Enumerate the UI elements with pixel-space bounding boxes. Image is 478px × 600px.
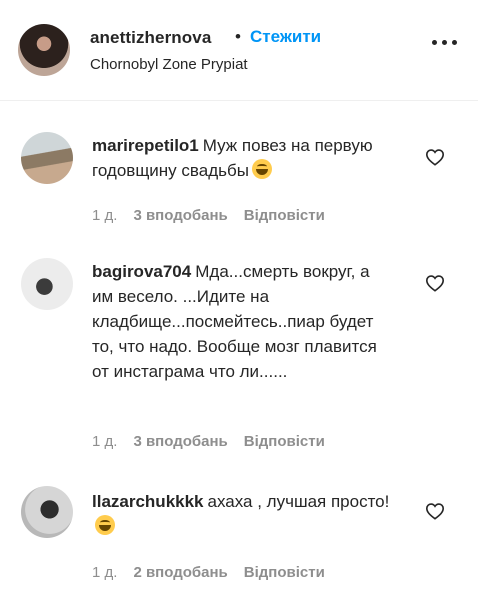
post-header: anettizhernova • Стежити Chornobyl Zone … [0,0,478,100]
reply-button[interactable]: Відповісти [244,207,325,224]
comment-meta: 1 д. 3 вподобань Відповісти [92,207,341,224]
comment-body: ахаха , лучшая просто! [207,492,390,511]
laughing-face-icon [251,159,272,179]
commenter-avatar[interactable] [21,258,73,310]
post-location[interactable]: Chornobyl Zone Prypiat [90,56,248,73]
comment-text: marirepetilo1 Муж повез на первую годовщи… [92,133,392,183]
commenter-username[interactable]: marirepetilo1 [92,136,199,155]
more-options-icon[interactable] [432,40,458,46]
commenter-avatar[interactable] [21,132,73,184]
comment-time[interactable]: 1 д. [92,433,117,450]
comment-text: llazarchukkkk ахаха , лучшая просто! [92,489,392,539]
commenter-username[interactable]: llazarchukkkk [92,492,204,511]
comment-meta: 1 д. 3 вподобань Відповісти [92,433,341,450]
reply-button[interactable]: Відповісти [244,433,325,450]
comment-text: bagirova704 Мда...смерть вокруг, а им вес… [92,259,392,384]
likes-count[interactable]: 3 вподобань [133,433,227,450]
comment-time[interactable]: 1 д. [92,564,117,581]
laughing-face-icon [95,515,115,535]
comment-meta: 1 д. 2 вподобань Відповісти [92,564,341,581]
heart-icon[interactable] [425,274,445,292]
header-divider [0,100,478,101]
follow-button[interactable]: Стежити [250,27,321,47]
likes-count[interactable]: 3 вподобань [133,207,227,224]
comment-time[interactable]: 1 д. [92,207,117,224]
author-username[interactable]: anettizhernova [90,28,211,48]
heart-icon[interactable] [425,502,445,520]
heart-icon[interactable] [425,148,445,166]
reply-button[interactable]: Відповісти [244,564,325,581]
separator-dot: • [235,27,241,46]
instagram-comments-page: anettizhernova • Стежити Chornobyl Zone … [0,0,478,600]
commenter-username[interactable]: bagirova704 [92,262,191,281]
author-avatar[interactable] [18,24,70,76]
likes-count[interactable]: 2 вподобань [133,564,227,581]
commenter-avatar[interactable] [21,486,73,538]
